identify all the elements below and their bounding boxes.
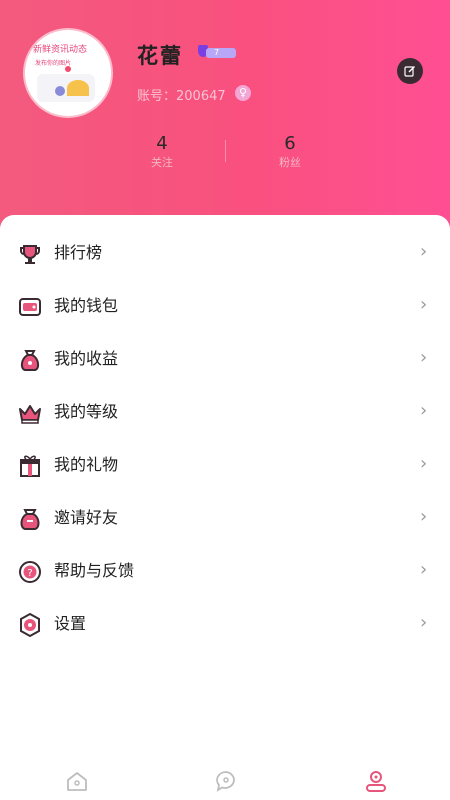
avatar-purple-shape: [55, 86, 65, 96]
menu-item-gifts[interactable]: 我的礼物 ›: [0, 439, 450, 492]
menu-label: 我的钱包: [54, 296, 119, 315]
gift-icon: [20, 455, 40, 477]
chevron-right-icon: ›: [420, 241, 428, 262]
menu-item-wallet[interactable]: 我的钱包 ›: [0, 280, 450, 333]
chevron-right-icon: ›: [420, 347, 428, 368]
svg-text:?: ?: [27, 568, 32, 579]
menu-item-earnings[interactable]: 我的收益 ›: [0, 333, 450, 386]
menu-label: 邀请好友: [54, 508, 119, 527]
menu-label: 我的礼物: [54, 455, 119, 474]
chevron-right-icon: ›: [420, 612, 428, 633]
following-stat[interactable]: 4 关注: [122, 133, 202, 171]
edit-profile-button[interactable]: [397, 58, 423, 84]
tab-home[interactable]: [65, 769, 89, 793]
fans-label: 粉丝: [279, 156, 301, 169]
stats-divider: [225, 140, 226, 162]
female-icon: ♀: [235, 85, 251, 101]
help-icon: ?: [19, 561, 41, 583]
chevron-right-icon: ›: [420, 400, 428, 421]
menu-item-level[interactable]: 我的等级 ›: [0, 386, 450, 439]
bottom-tab-bar: [0, 755, 450, 800]
tab-mine[interactable]: [364, 769, 388, 793]
avatar-text-1: 新鲜资讯动态: [33, 45, 88, 55]
menu-label: 排行榜: [54, 243, 103, 262]
menu-item-help[interactable]: ? 帮助与反馈 ›: [0, 545, 450, 598]
profile-header: 新鲜资讯动态 发布你的图片 花蕾 7 账号：200647 ♀ 4 关注 6 粉丝: [0, 0, 450, 240]
money-bag-icon: [20, 350, 40, 371]
settings-icon: [20, 612, 40, 638]
menu-list: 排行榜 › 我的钱包 › 我的收益 › 我的等级 › 我的礼物 › 邀请好友 ›…: [0, 227, 450, 651]
user-name: 花蕾: [137, 44, 183, 68]
chat-bubble-icon: [216, 771, 235, 792]
menu-item-settings[interactable]: 设置 ›: [0, 598, 450, 651]
chevron-right-icon: ›: [420, 453, 428, 474]
crown-icon: [19, 405, 41, 424]
menu-item-ranking[interactable]: 排行榜 ›: [0, 227, 450, 280]
account-id: 账号：200647: [137, 89, 226, 104]
level-badge: 7: [198, 45, 238, 59]
following-count: 4: [156, 133, 168, 154]
avatar-red-dot: [65, 66, 71, 72]
following-label: 关注: [151, 156, 173, 169]
avatar[interactable]: 新鲜资讯动态 发布你的图片: [25, 30, 111, 116]
level-value: 7: [206, 48, 236, 58]
menu-item-invite[interactable]: 邀请好友 ›: [0, 492, 450, 545]
wallet-icon: [19, 298, 41, 316]
chevron-right-icon: ›: [420, 559, 428, 580]
invite-icon: [20, 509, 40, 530]
home-icon: [67, 772, 87, 791]
menu-label: 设置: [54, 614, 87, 633]
fans-stat[interactable]: 6 粉丝: [250, 133, 330, 171]
menu-label: 我的收益: [54, 349, 119, 368]
menu-panel: 排行榜 › 我的钱包 › 我的收益 › 我的等级 › 我的礼物 › 邀请好友 ›…: [0, 215, 450, 800]
avatar-yellow-shape: [67, 80, 89, 96]
chevron-right-icon: ›: [420, 506, 428, 527]
fans-count: 6: [284, 133, 296, 154]
person-icon: [366, 771, 386, 792]
menu-label: 帮助与反馈: [54, 561, 135, 580]
menu-label: 我的等级: [54, 402, 119, 421]
trophy-icon: [20, 245, 40, 264]
tab-messages[interactable]: [214, 769, 238, 793]
chevron-right-icon: ›: [420, 294, 428, 315]
edit-icon: [404, 66, 415, 77]
